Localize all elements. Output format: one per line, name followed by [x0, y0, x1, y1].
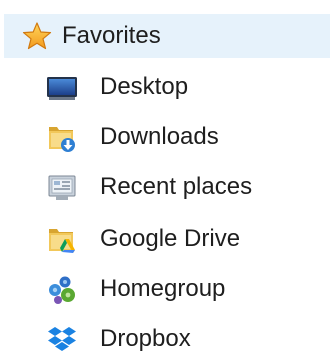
sidebar-item-google-drive[interactable]: Google Drive — [0, 216, 332, 260]
downloads-folder-icon — [49, 127, 75, 152]
favorites-header[interactable]: Favorites — [4, 14, 330, 58]
google-drive-folder-icon — [49, 229, 75, 253]
dropbox-icon — [48, 327, 76, 351]
sidebar-item-label: Dropbox — [100, 325, 191, 352]
sidebar-item-downloads[interactable]: Downloads — [0, 114, 332, 158]
sidebar-item-label: Recent places — [100, 173, 253, 200]
desktop-icon — [47, 77, 77, 100]
sidebar-item-recent-places[interactable]: Recent places — [0, 164, 332, 208]
star-icon — [22, 22, 52, 50]
sidebar-item-dropbox[interactable]: Dropbox — [0, 316, 332, 360]
sidebar-item-label: Google Drive — [100, 225, 241, 252]
sidebar-item-label: Desktop — [100, 73, 189, 100]
recent-places-icon — [48, 175, 76, 200]
homegroup-icon — [49, 276, 75, 304]
sidebar-item-label: Homegroup — [100, 275, 226, 302]
navigation-pane: Favorites Desktop Downloads Recent place… — [0, 0, 332, 356]
sidebar-item-label: Downloads — [100, 123, 219, 150]
sidebar-item-homegroup[interactable]: Homegroup — [0, 266, 332, 310]
sidebar-item-desktop[interactable]: Desktop — [0, 64, 332, 108]
favorites-label: Favorites — [62, 22, 161, 49]
